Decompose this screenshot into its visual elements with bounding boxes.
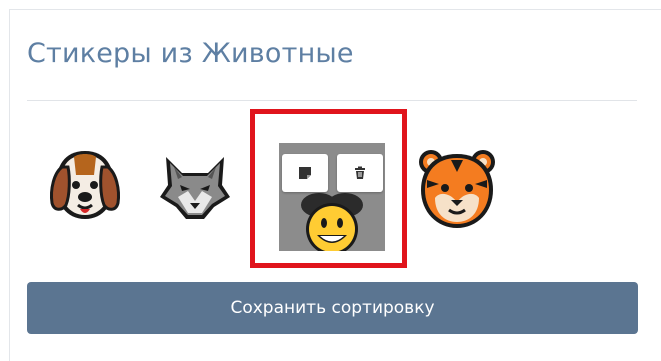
sticker-tiger[interactable] [413, 144, 501, 232]
edit-sticker-button[interactable] [282, 154, 328, 192]
delete-sticker-button[interactable] [337, 154, 383, 192]
save-sorting-button[interactable]: Сохранить сортировку [27, 282, 638, 334]
panel-title: Стикеры из Животные [27, 38, 354, 69]
sticker-wolf[interactable] [154, 145, 236, 227]
dog-face-icon [50, 151, 120, 219]
sticky-note-icon [299, 167, 311, 179]
sticker-dog[interactable] [44, 145, 126, 227]
title-divider [27, 100, 637, 101]
tiger-face-icon [419, 150, 495, 228]
wolf-face-icon [160, 157, 230, 219]
trash-icon [355, 166, 365, 179]
